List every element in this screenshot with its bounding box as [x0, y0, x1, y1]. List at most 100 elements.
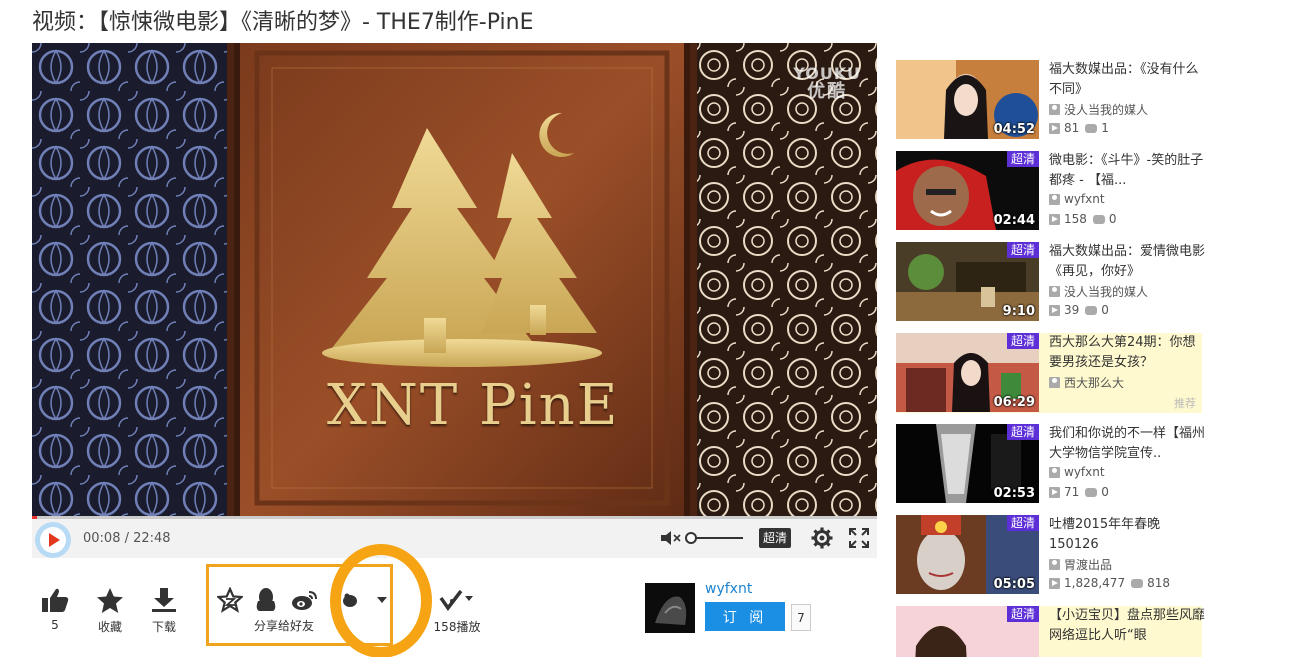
user-icon — [1049, 377, 1060, 388]
video-duration: 9:10 — [1002, 304, 1035, 319]
volume-knob[interactable] — [684, 532, 697, 544]
qzone-star-icon — [216, 585, 244, 615]
play-count-icon — [1049, 486, 1060, 498]
play-count-icon — [1049, 213, 1060, 225]
settings-gear-icon[interactable] — [811, 527, 833, 549]
comment-count: 0 — [1108, 212, 1117, 226]
video-author[interactable]: wyfxnt — [1049, 192, 1105, 206]
user-icon — [1049, 286, 1060, 297]
favorite-button[interactable]: 收藏 — [90, 585, 130, 635]
hd-badge: 超清 — [1006, 424, 1039, 440]
video-title-link[interactable]: 我们和你说的不一样【福州大学物信学院宣传.. — [1049, 424, 1205, 464]
user-icon — [1049, 559, 1060, 570]
progress-bar[interactable] — [32, 516, 877, 519]
video-duration: 02:44 — [993, 213, 1035, 228]
subscriber-count: 7 — [791, 604, 811, 631]
user-icon — [1049, 104, 1060, 115]
related-video-item[interactable]: 超清 02:44 微电影：《斗牛》-笑的肚子都疼 - 【福... wyfxnt 158 0 — [896, 151, 1205, 231]
favorite-label: 收藏 — [97, 620, 122, 634]
play-count-icon — [1049, 122, 1060, 134]
comment-icon — [1085, 487, 1098, 497]
related-video-item[interactable]: 超清 9:10 福大数媒出品：爱情微电影《再见，你好》 没人当我的媒人 39 0 — [896, 242, 1205, 322]
hd-badge: 超清 — [1006, 333, 1039, 349]
plays-label: 158播放 — [433, 620, 481, 634]
video-author[interactable]: wyfxnt — [1049, 465, 1105, 479]
fullscreen-icon[interactable] — [849, 528, 869, 548]
video-thumbnail[interactable]: 超清 06:29 — [896, 333, 1039, 412]
video-stats: 1,828,477 818 — [1049, 576, 1170, 590]
promo-tag: 推荐 — [1174, 397, 1196, 410]
quality-selector[interactable]: 超清 — [758, 528, 791, 548]
video-thumbnail[interactable]: 超清 05:05 — [896, 515, 1039, 594]
user-icon — [1049, 466, 1060, 478]
hd-badge: 超清 — [1006, 242, 1039, 258]
youku-watermark: YOUKU 优酷 — [793, 65, 861, 101]
video-author[interactable]: 没人当我的媒人 — [1049, 101, 1148, 118]
play-button-inner — [40, 527, 66, 553]
comment-icon — [1085, 305, 1098, 315]
video-frame — [32, 43, 877, 518]
video-player[interactable]: YOUKU 优酷 XNT PinE — [32, 43, 877, 518]
comment-count: 0 — [1101, 303, 1109, 317]
video-title-link[interactable]: 福大数媒出品：爱情微电影《再见，你好》 — [1049, 242, 1205, 282]
subscribe-button[interactable]: 订 阅 — [705, 602, 785, 631]
like-button[interactable]: 5 — [40, 585, 70, 632]
user-icon — [1049, 193, 1060, 205]
video-title-link[interactable]: 微电影：《斗牛》-笑的肚子都疼 - 【福... — [1049, 151, 1205, 191]
hd-badge: 超清 — [1006, 151, 1039, 167]
qq-penguin-icon — [252, 585, 280, 615]
comment-count: 1 — [1101, 121, 1109, 135]
video-author[interactable]: 西大那么大 — [1049, 374, 1124, 391]
video-stats: 71 0 — [1049, 485, 1109, 499]
share-qzone-button[interactable] — [216, 585, 244, 615]
play-count: 71 — [1064, 485, 1080, 499]
author-name: wyfxnt — [1064, 465, 1105, 479]
video-thumbnail[interactable]: 超清 9:10 — [896, 242, 1039, 321]
related-video-item[interactable]: 超清 02:53 我们和你说的不一样【福州大学物信学院宣传.. wyfxnt 71 0 — [896, 424, 1205, 504]
video-duration: 02:53 — [993, 486, 1035, 501]
video-duration: 04:52 — [993, 122, 1035, 137]
author-name: 西大那么大 — [1064, 376, 1125, 390]
video-title-link[interactable]: 吐槽2015年年春晚 150126 — [1049, 515, 1205, 555]
video-thumbnail[interactable]: 04:52 — [896, 60, 1039, 139]
share-weibo-button[interactable] — [290, 585, 320, 615]
video-title-link[interactable]: 西大那么大第24期：你想要男孩还是女孩？ — [1049, 333, 1205, 373]
video-author[interactable]: 胃渡出品 — [1049, 556, 1112, 573]
uploader-name[interactable]: wyfxnt — [705, 581, 752, 597]
video-title-link[interactable]: 【小迈宝贝】盘点那些风靡网络逗比人听“眼 — [1049, 606, 1205, 646]
video-title-link[interactable]: 福大数媒出品：《没有什么不同》 — [1049, 60, 1205, 100]
author-name: 没人当我的媒人 — [1064, 103, 1149, 117]
play-count: 81 — [1064, 121, 1080, 135]
download-icon — [144, 585, 184, 615]
video-thumbnail[interactable]: 超清 02:44 — [896, 151, 1039, 230]
weibo-icon — [290, 585, 320, 615]
share-label: 分享给好友 — [254, 619, 315, 633]
play-button[interactable] — [35, 522, 71, 558]
uploader-avatar[interactable] — [645, 583, 695, 633]
related-video-item[interactable]: 超清 05:05 吐槽2015年年春晚 150126 胃渡出品 1,828,477 818 — [896, 515, 1202, 595]
video-thumbnail[interactable]: 超清 — [896, 606, 1039, 657]
share-qq-button[interactable] — [252, 585, 280, 615]
author-name: wyfxnt — [1064, 192, 1105, 206]
mute-icon[interactable] — [660, 527, 685, 549]
comment-icon — [1092, 214, 1105, 224]
play-count-icon — [1049, 577, 1060, 589]
annotation-circle — [330, 544, 432, 657]
related-video-item[interactable]: 超清 【小迈宝贝】盘点那些风靡网络逗比人听“眼 — [896, 606, 1205, 657]
plays-check-icon — [430, 585, 484, 615]
video-stats: 158 0 — [1049, 212, 1117, 226]
watermark-chinese: 优酷 — [807, 81, 848, 102]
comment-icon — [1085, 123, 1098, 133]
comment-count: 0 — [1101, 485, 1109, 499]
star-icon — [90, 585, 130, 615]
play-count: 39 — [1064, 303, 1080, 317]
progress-fill — [32, 516, 38, 519]
video-brand-text: XNT PinE — [327, 373, 620, 438]
related-video-item[interactable]: 超清 06:29 西大那么大第24期：你想要男孩还是女孩？ 西大那么大推荐 — [896, 333, 1202, 413]
video-author[interactable]: 没人当我的媒人 — [1049, 283, 1148, 300]
video-thumbnail[interactable]: 超清 02:53 — [896, 424, 1039, 503]
volume-slider[interactable] — [684, 527, 743, 549]
related-video-item[interactable]: 04:52 福大数媒出品：《没有什么不同》没人当我的媒人 81 1 — [896, 60, 1202, 140]
time-display: 00:08 / 22:48 — [83, 531, 171, 546]
download-button[interactable]: 下载 — [144, 585, 184, 635]
